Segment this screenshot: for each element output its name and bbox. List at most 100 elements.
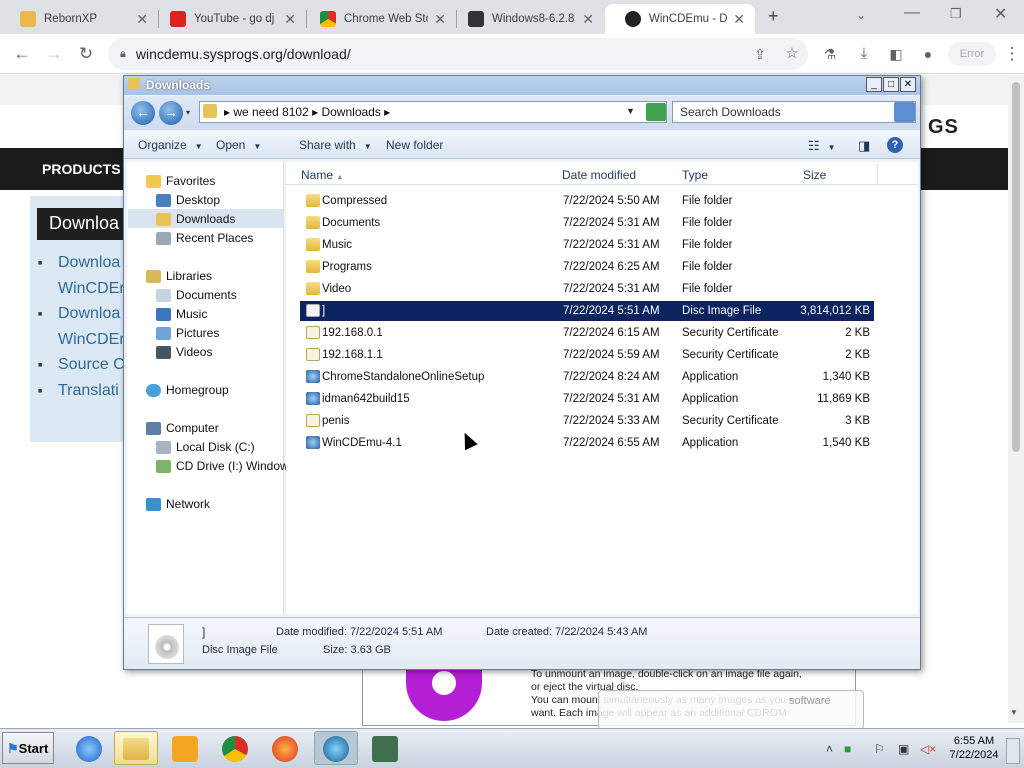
- notification-balloon[interactable]: software: [598, 690, 864, 730]
- new-tab-button[interactable]: +: [768, 6, 779, 27]
- file-row[interactable]: Documents 7/22/2024 5:31 AM File folder: [300, 213, 874, 233]
- address-dropdown[interactable]: ▼: [626, 106, 635, 116]
- back-arrow-icon[interactable]: ←: [12, 44, 32, 64]
- system-tool-icon[interactable]: [372, 736, 398, 762]
- tray-app-icon[interactable]: ■: [844, 742, 851, 756]
- bookmark-star-icon[interactable]: ☆: [782, 44, 802, 64]
- share-icon[interactable]: ⇪: [750, 44, 770, 64]
- translations-link[interactable]: Translati: [38, 382, 119, 400]
- breadcrumb-root[interactable]: ▸ we need 8102: [224, 105, 309, 119]
- nav-pictures[interactable]: Pictures: [156, 326, 219, 340]
- restore-browser-button[interactable]: ❐: [950, 6, 962, 22]
- show-hidden-icons[interactable]: ˄: [826, 742, 833, 756]
- download-icon[interactable]: ⤓: [854, 44, 874, 64]
- file-row[interactable]: 192.168.1.1 7/22/2024 5:59 AM Security Cer…: [300, 345, 874, 365]
- nav-cd-drive[interactable]: CD Drive (I:) Windows: [156, 459, 295, 473]
- recent-pages-dropdown[interactable]: ▾: [186, 108, 190, 117]
- refresh-icon[interactable]: [646, 103, 666, 121]
- minimize-browser-button[interactable]: —: [904, 4, 920, 22]
- file-row[interactable]: idman642build15 7/22/2024 5:31 AM Applicat…: [300, 389, 874, 409]
- file-row[interactable]: penis 7/22/2024 5:33 AM Security Certifica…: [300, 411, 874, 431]
- close-tab-icon[interactable]: ✕: [284, 11, 296, 28]
- organize-button[interactable]: Organize ▼: [138, 138, 203, 152]
- nav-favorites[interactable]: Favorites: [146, 174, 215, 188]
- nav-recent-places[interactable]: Recent Places: [156, 231, 253, 245]
- extension-icon[interactable]: ⚗: [820, 44, 840, 64]
- tab-search-icon[interactable]: ⌄: [856, 8, 866, 22]
- close-tab-icon[interactable]: ✕: [733, 11, 745, 28]
- download-link[interactable]: Downloa: [38, 305, 120, 323]
- tab-windows8[interactable]: Windows8-6.2.8 ✕: [448, 4, 604, 34]
- profile-error-button[interactable]: Error: [948, 42, 996, 66]
- close-button[interactable]: ✕: [900, 77, 916, 92]
- column-date-modified[interactable]: Date modified: [556, 163, 678, 184]
- tab-youtube[interactable]: YouTube - go dj ✕: [150, 4, 306, 34]
- help-icon[interactable]: ?: [887, 137, 903, 153]
- share-with-button[interactable]: Share with ▼: [299, 138, 372, 152]
- start-button[interactable]: ⚑Start: [2, 732, 54, 764]
- close-tab-icon[interactable]: ✕: [434, 11, 446, 28]
- address-bar[interactable]: 🔒︎ wincdemu.sysprogs.org/download/: [108, 38, 808, 70]
- nav-homegroup[interactable]: Homegroup: [146, 383, 229, 397]
- file-row[interactable]: Video 7/22/2024 5:31 AM File folder: [300, 279, 874, 299]
- download-link-cont[interactable]: WinCDEr: [38, 331, 125, 349]
- forward-arrow-icon[interactable]: →: [44, 44, 64, 64]
- tab-rebornxp[interactable]: RebornXP ✕: [0, 4, 158, 34]
- site-logo[interactable]: GS: [928, 116, 959, 139]
- tab-wincdemu[interactable]: WinCDEmu - Do ✕: [605, 4, 755, 34]
- minimize-button[interactable]: _: [866, 77, 882, 92]
- back-button[interactable]: ←: [131, 101, 155, 125]
- scroll-down-arrow[interactable]: ▼: [1010, 708, 1018, 717]
- menu-dots-icon[interactable]: ⋮: [1002, 44, 1022, 64]
- close-tab-icon[interactable]: ✕: [582, 11, 594, 28]
- tab-chrome-webstore[interactable]: Chrome Web Sto ✕: [300, 4, 456, 34]
- show-desktop-button[interactable]: [1006, 738, 1020, 764]
- volume-muted-icon[interactable]: ◁×: [920, 742, 936, 756]
- download-link[interactable]: Downloa: [38, 254, 120, 272]
- explorer-titlebar[interactable]: Downloads: [124, 76, 920, 95]
- nav-local-disk[interactable]: Local Disk (C:): [156, 440, 255, 454]
- internet-explorer-icon[interactable]: [76, 736, 102, 762]
- nav-products[interactable]: PRODUCTS: [42, 161, 121, 177]
- preview-pane-icon[interactable]: ◨: [858, 138, 870, 154]
- file-row[interactable]: 192.168.0.1 7/22/2024 6:15 AM Security Cer…: [300, 323, 874, 343]
- firefox-icon[interactable]: [272, 736, 298, 762]
- nav-videos[interactable]: Videos: [156, 345, 212, 359]
- nav-libraries[interactable]: Libraries: [146, 269, 212, 283]
- maximize-button[interactable]: □: [883, 77, 899, 92]
- nav-network[interactable]: Network: [146, 497, 210, 511]
- action-center-flag-icon[interactable]: ⚐: [874, 742, 885, 756]
- scrollbar-thumb[interactable]: [1012, 82, 1020, 452]
- new-folder-button[interactable]: New folder: [386, 138, 443, 152]
- side-panel-icon[interactable]: ◧: [886, 44, 906, 64]
- column-type[interactable]: Type: [676, 163, 798, 184]
- nav-desktop[interactable]: Desktop: [156, 193, 220, 207]
- close-browser-button[interactable]: ✕: [994, 4, 1007, 24]
- nav-downloads[interactable]: Downloads: [156, 212, 235, 226]
- nav-documents[interactable]: Documents: [156, 288, 237, 302]
- source-code-link[interactable]: Source C: [38, 356, 125, 374]
- close-tab-icon[interactable]: ✕: [136, 11, 148, 28]
- file-row[interactable]: ] 7/22/2024 5:51 AM Disc Image File 3,814,0…: [300, 301, 874, 321]
- view-options-icon[interactable]: ☷ ▼: [808, 138, 836, 154]
- forward-button[interactable]: →: [159, 101, 183, 125]
- search-input[interactable]: Search Downloads: [672, 101, 916, 123]
- file-row[interactable]: WinCDEmu-4.1 7/22/2024 6:55 AM Application…: [300, 433, 874, 453]
- lock-icon[interactable]: 🔒︎: [120, 48, 126, 61]
- network-tray-icon[interactable]: ▣: [898, 742, 909, 756]
- column-name[interactable]: Name ▲: [295, 163, 558, 184]
- nav-computer[interactable]: Computer: [146, 421, 219, 435]
- media-player-icon[interactable]: [172, 736, 198, 762]
- column-size[interactable]: Size: [797, 163, 878, 184]
- file-row[interactable]: Compressed 7/22/2024 5:50 AM File folder: [300, 191, 874, 211]
- file-row[interactable]: Music 7/22/2024 5:31 AM File folder: [300, 235, 874, 255]
- chrome-icon[interactable]: [222, 736, 248, 762]
- clock[interactable]: 6:55 AM 7/22/2024: [948, 734, 1000, 762]
- file-row[interactable]: ChromeStandaloneOnlineSetup 7/22/2024 8:2…: [300, 367, 874, 387]
- search-icon[interactable]: [894, 102, 915, 122]
- open-button[interactable]: Open ▼: [216, 138, 261, 152]
- address-breadcrumb[interactable]: ▸ we need 8102 ▸ Downloads ▸: [199, 101, 667, 123]
- avatar-icon[interactable]: ●: [918, 44, 938, 64]
- nav-music[interactable]: Music: [156, 307, 207, 321]
- reload-icon[interactable]: ↻: [76, 44, 96, 64]
